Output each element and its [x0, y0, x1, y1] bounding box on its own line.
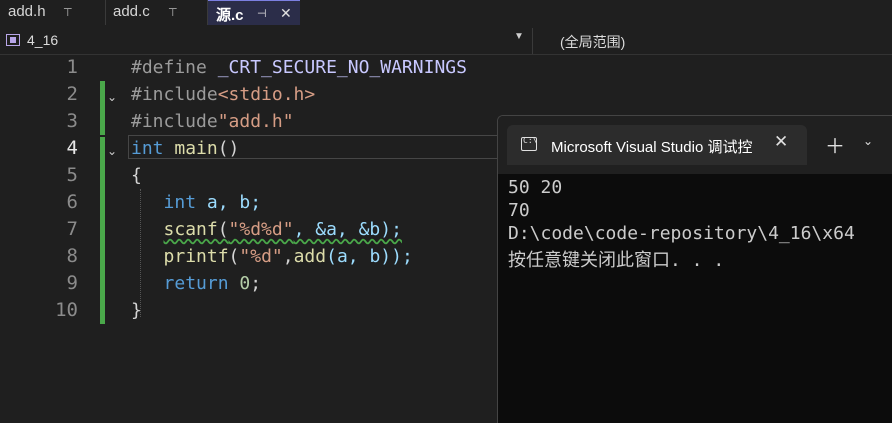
terminal-output-line: D:\code\code-repository\4_16\x64 [508, 223, 855, 244]
code-line-5: { [131, 165, 142, 186]
code-line-1: #define _CRT_SECURE_NO_WARNINGS [131, 57, 467, 78]
code-line-9: return 0; [163, 273, 262, 294]
pin-icon[interactable]: ⊣ [257, 7, 267, 20]
pin-icon[interactable]: ⊤ [63, 6, 73, 19]
line-number: 8 [66, 245, 78, 267]
terminal-output-line: 按任意键关闭此窗口. . . [508, 250, 725, 271]
chevron-down-icon[interactable]: ▼ [514, 31, 524, 42]
tab-add-c[interactable]: add.c ⊤ [106, 0, 206, 25]
debug-console-window[interactable]: Microsoft Visual Studio 调试控 ✕ ＋ ⌄ 50 20 … [497, 115, 892, 423]
close-icon[interactable]: ✕ [774, 132, 788, 152]
tab-label: add.c [113, 3, 150, 20]
code-line-8: printf("%d",add(a, b)); [163, 246, 413, 267]
terminal-output-line: 70 [508, 200, 530, 221]
collapse-icon[interactable]: ⌄ [107, 144, 117, 158]
code-line-2: #include<stdio.h> [131, 84, 316, 105]
terminal-tab[interactable]: Microsoft Visual Studio 调试控 ✕ [507, 125, 807, 165]
tab-label: 源.c [216, 7, 244, 24]
code-line-6: int a, b; [163, 192, 262, 213]
editor-tab-strip: add.h ⊤ add.c ⊤ 源.c ⊣ ✕ [0, 0, 892, 25]
chevron-down-icon[interactable]: ⌄ [863, 134, 873, 148]
tab-label: add.h [8, 3, 46, 20]
change-indicator [100, 81, 105, 135]
line-number: 9 [66, 272, 78, 294]
line-number: 3 [66, 110, 78, 132]
project-name: 4_16 [27, 32, 59, 48]
pin-icon[interactable]: ⊤ [168, 6, 178, 19]
change-indicator [100, 137, 105, 324]
tab-add-h[interactable]: add.h ⊤ [0, 0, 104, 25]
close-icon[interactable]: ✕ [280, 5, 292, 22]
scope-dropdown[interactable]: (全局范围) [560, 32, 625, 52]
project-icon [6, 34, 20, 46]
line-number: 6 [66, 191, 78, 213]
line-number-current: 4 [66, 137, 78, 159]
tab-source-c[interactable]: 源.c ⊣ ✕ [208, 0, 300, 25]
terminal-output-line: 50 20 [508, 177, 563, 198]
line-number: 10 [55, 299, 78, 321]
project-dropdown[interactable]: 4_16 ▼ [0, 28, 533, 54]
line-number: 1 [66, 56, 78, 78]
collapse-icon[interactable]: ⌄ [107, 90, 117, 104]
code-line-10: } [131, 300, 142, 321]
code-line-3: #include"add.h" [131, 111, 294, 132]
console-icon [521, 136, 537, 151]
line-number: 2 [66, 83, 78, 105]
terminal-title: Microsoft Visual Studio 调试控 [551, 139, 753, 156]
code-line-7: scanf("%d%d", &a, &b); [163, 219, 402, 240]
navigation-bar: 4_16 ▼ (全局范围) [0, 28, 892, 55]
code-line-4: int main() [131, 138, 240, 159]
new-tab-plus-icon[interactable]: ＋ [825, 130, 845, 159]
line-number: 7 [66, 218, 78, 240]
line-number: 5 [66, 164, 78, 186]
terminal-titlebar: Microsoft Visual Studio 调试控 ✕ ＋ ⌄ [498, 116, 892, 174]
